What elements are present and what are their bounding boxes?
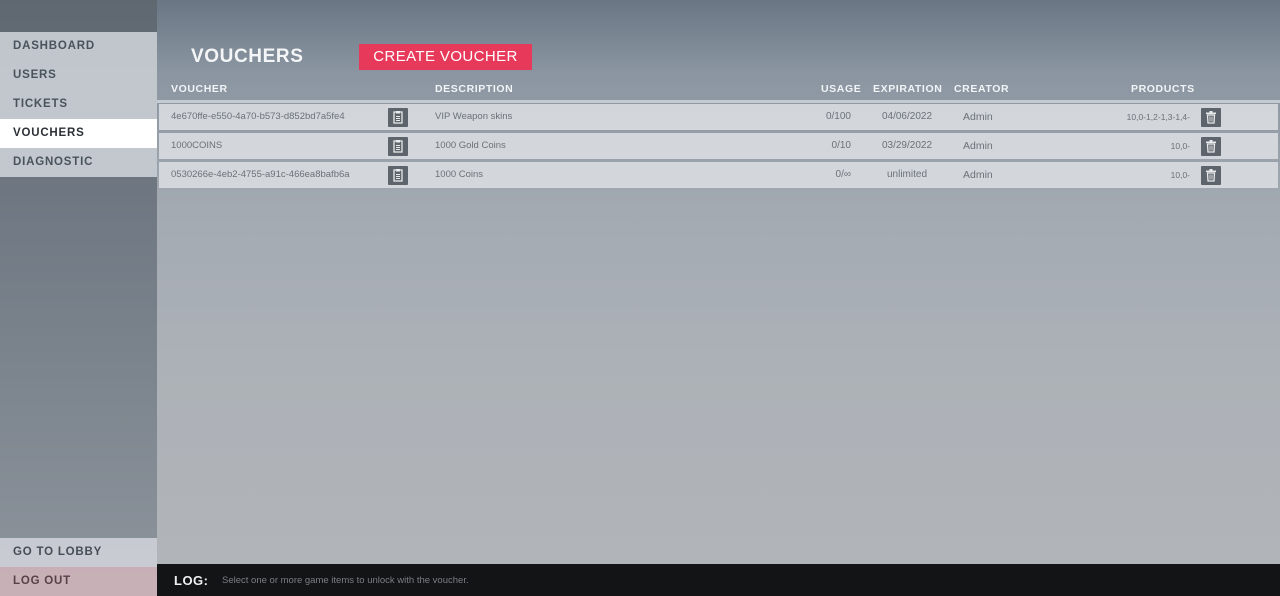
table-row: 1000COINS 1000 Gold Coins 0/10 03/29/202… — [159, 133, 1278, 159]
create-voucher-button[interactable]: CREATE VOUCHER — [359, 44, 532, 70]
voucher-creator: Admin — [963, 140, 993, 152]
column-header-description: DESCRIPTION — [435, 83, 514, 95]
voucher-products: 10,0- — [1170, 170, 1190, 180]
voucher-usage: 0/10 — [831, 140, 851, 151]
column-header-products: PRODUCTS — [1131, 83, 1195, 95]
copy-voucher-button[interactable] — [388, 137, 408, 156]
voucher-expiration: unlimited — [886, 169, 928, 180]
column-header-voucher: VOUCHER — [171, 83, 228, 95]
sidebar-item-users[interactable]: USERS — [0, 61, 157, 90]
log-message: Select one or more game items to unlock … — [222, 575, 469, 586]
sidebar: DASHBOARD USERS TICKETS VOUCHERS DIAGNOS… — [0, 0, 157, 596]
delete-voucher-button[interactable] — [1201, 108, 1221, 127]
voucher-code: 0530266e-4eb2-4755-a91c-466ea8bafb6a — [171, 169, 350, 180]
clipboard-icon — [393, 140, 403, 153]
copy-voucher-button[interactable] — [388, 108, 408, 127]
trash-icon — [1206, 140, 1216, 153]
voucher-products: 10,0-1,2-1,3-1,4- — [1126, 112, 1190, 122]
clipboard-icon — [393, 169, 403, 182]
voucher-usage: 0/∞ — [835, 169, 851, 180]
log-bar: LOG: Select one or more game items to un… — [157, 564, 1280, 596]
voucher-creator: Admin — [963, 169, 993, 181]
table-row: 4e670ffe-e550-4a70-b573-d852bd7a5fe4 VIP… — [159, 104, 1278, 130]
voucher-expiration: 04/06/2022 — [881, 111, 933, 122]
voucher-expiration: 03/29/2022 — [881, 140, 933, 151]
log-out-button[interactable]: LOG OUT — [0, 567, 157, 596]
sidebar-item-diagnostic[interactable]: DIAGNOSTIC — [0, 148, 157, 177]
column-header-usage: USAGE — [821, 83, 862, 95]
voucher-code: 1000COINS — [171, 140, 223, 151]
trash-icon — [1206, 111, 1216, 124]
delete-voucher-button[interactable] — [1201, 166, 1221, 185]
sidebar-item-dashboard[interactable]: DASHBOARD — [0, 32, 157, 61]
voucher-products: 10,0- — [1170, 141, 1190, 151]
log-label: LOG: — [174, 573, 209, 588]
voucher-description: VIP Weapon skins — [435, 111, 513, 122]
sidebar-item-tickets[interactable]: TICKETS — [0, 90, 157, 119]
column-header-creator: CREATOR — [954, 83, 1010, 95]
go-to-lobby-button[interactable]: GO TO LOBBY — [0, 538, 157, 567]
sidebar-item-vouchers[interactable]: VOUCHERS — [0, 119, 157, 148]
voucher-description: 1000 Coins — [435, 169, 484, 180]
voucher-description: 1000 Gold Coins — [435, 140, 506, 151]
column-header-expiration: EXPIRATION — [873, 83, 943, 95]
trash-icon — [1206, 169, 1216, 182]
table-row: 0530266e-4eb2-4755-a91c-466ea8bafb6a 100… — [159, 162, 1278, 188]
clipboard-icon — [393, 111, 403, 124]
voucher-usage: 0/100 — [825, 111, 851, 122]
table-header-divider — [157, 100, 1280, 103]
voucher-code: 4e670ffe-e550-4a70-b573-d852bd7a5fe4 — [171, 111, 345, 122]
delete-voucher-button[interactable] — [1201, 137, 1221, 156]
voucher-creator: Admin — [963, 111, 993, 123]
copy-voucher-button[interactable] — [388, 166, 408, 185]
page-title: VOUCHERS — [191, 46, 304, 67]
